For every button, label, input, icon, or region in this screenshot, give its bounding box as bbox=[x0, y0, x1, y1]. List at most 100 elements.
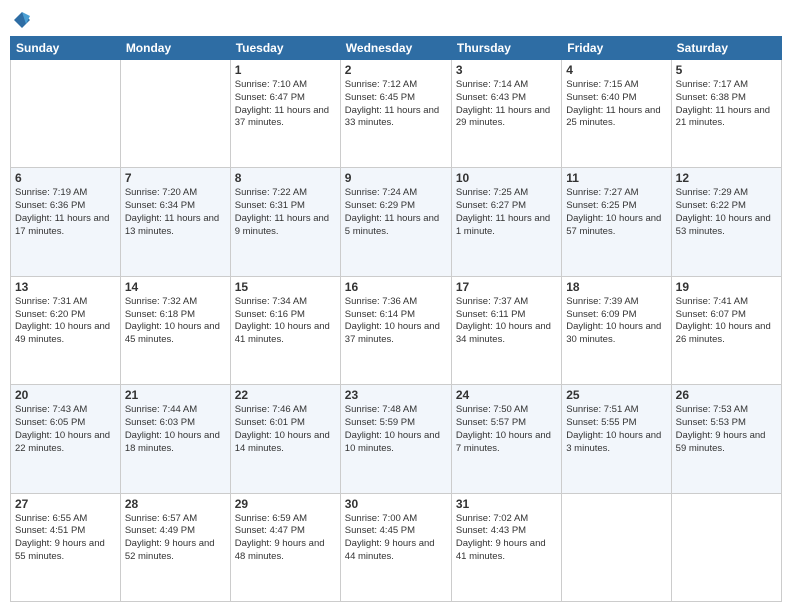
calendar-week-row: 1 Sunrise: 7:10 AMSunset: 6:47 PMDayligh… bbox=[11, 60, 782, 168]
cell-content: Sunrise: 7:00 AMSunset: 4:45 PMDaylight:… bbox=[345, 513, 447, 564]
calendar-cell: 27 Sunrise: 6:55 AMSunset: 4:51 PMDaylig… bbox=[11, 493, 121, 601]
cell-content: Sunrise: 6:57 AMSunset: 4:49 PMDaylight:… bbox=[125, 513, 226, 564]
day-header-sunday: Sunday bbox=[11, 37, 121, 60]
cell-content: Sunrise: 6:55 AMSunset: 4:51 PMDaylight:… bbox=[15, 513, 116, 564]
day-number: 27 bbox=[15, 497, 116, 511]
cell-content: Sunrise: 7:46 AMSunset: 6:01 PMDaylight:… bbox=[235, 404, 336, 455]
day-header-saturday: Saturday bbox=[671, 37, 781, 60]
day-number: 29 bbox=[235, 497, 336, 511]
calendar-cell: 20 Sunrise: 7:43 AMSunset: 6:05 PMDaylig… bbox=[11, 385, 121, 493]
day-number: 16 bbox=[345, 280, 447, 294]
calendar-cell: 16 Sunrise: 7:36 AMSunset: 6:14 PMDaylig… bbox=[340, 276, 451, 384]
cell-content: Sunrise: 7:43 AMSunset: 6:05 PMDaylight:… bbox=[15, 404, 116, 455]
cell-content: Sunrise: 7:14 AMSunset: 6:43 PMDaylight:… bbox=[456, 79, 557, 130]
day-number: 26 bbox=[676, 388, 777, 402]
day-number: 18 bbox=[566, 280, 666, 294]
calendar-cell: 7 Sunrise: 7:20 AMSunset: 6:34 PMDayligh… bbox=[120, 168, 230, 276]
cell-content: Sunrise: 7:22 AMSunset: 6:31 PMDaylight:… bbox=[235, 187, 336, 238]
calendar-cell: 3 Sunrise: 7:14 AMSunset: 6:43 PMDayligh… bbox=[451, 60, 561, 168]
cell-content: Sunrise: 7:34 AMSunset: 6:16 PMDaylight:… bbox=[235, 296, 336, 347]
day-number: 31 bbox=[456, 497, 557, 511]
day-number: 20 bbox=[15, 388, 116, 402]
cell-content: Sunrise: 7:29 AMSunset: 6:22 PMDaylight:… bbox=[676, 187, 777, 238]
day-number: 2 bbox=[345, 63, 447, 77]
day-header-wednesday: Wednesday bbox=[340, 37, 451, 60]
calendar-cell: 28 Sunrise: 6:57 AMSunset: 4:49 PMDaylig… bbox=[120, 493, 230, 601]
day-number: 30 bbox=[345, 497, 447, 511]
day-number: 10 bbox=[456, 171, 557, 185]
calendar-cell: 30 Sunrise: 7:00 AMSunset: 4:45 PMDaylig… bbox=[340, 493, 451, 601]
cell-content: Sunrise: 7:19 AMSunset: 6:36 PMDaylight:… bbox=[15, 187, 116, 238]
calendar-cell: 25 Sunrise: 7:51 AMSunset: 5:55 PMDaylig… bbox=[562, 385, 671, 493]
cell-content: Sunrise: 7:20 AMSunset: 6:34 PMDaylight:… bbox=[125, 187, 226, 238]
calendar-cell: 15 Sunrise: 7:34 AMSunset: 6:16 PMDaylig… bbox=[230, 276, 340, 384]
calendar-cell: 29 Sunrise: 6:59 AMSunset: 4:47 PMDaylig… bbox=[230, 493, 340, 601]
day-number: 1 bbox=[235, 63, 336, 77]
calendar-cell: 4 Sunrise: 7:15 AMSunset: 6:40 PMDayligh… bbox=[562, 60, 671, 168]
day-number: 9 bbox=[345, 171, 447, 185]
calendar-cell bbox=[11, 60, 121, 168]
calendar-week-row: 20 Sunrise: 7:43 AMSunset: 6:05 PMDaylig… bbox=[11, 385, 782, 493]
cell-content: Sunrise: 6:59 AMSunset: 4:47 PMDaylight:… bbox=[235, 513, 336, 564]
calendar-cell: 23 Sunrise: 7:48 AMSunset: 5:59 PMDaylig… bbox=[340, 385, 451, 493]
calendar-cell: 19 Sunrise: 7:41 AMSunset: 6:07 PMDaylig… bbox=[671, 276, 781, 384]
day-number: 12 bbox=[676, 171, 777, 185]
day-number: 21 bbox=[125, 388, 226, 402]
cell-content: Sunrise: 7:12 AMSunset: 6:45 PMDaylight:… bbox=[345, 79, 447, 130]
day-number: 4 bbox=[566, 63, 666, 77]
calendar-cell: 9 Sunrise: 7:24 AMSunset: 6:29 PMDayligh… bbox=[340, 168, 451, 276]
day-header-friday: Friday bbox=[562, 37, 671, 60]
calendar-cell: 26 Sunrise: 7:53 AMSunset: 5:53 PMDaylig… bbox=[671, 385, 781, 493]
calendar-cell bbox=[562, 493, 671, 601]
day-number: 13 bbox=[15, 280, 116, 294]
day-number: 5 bbox=[676, 63, 777, 77]
cell-content: Sunrise: 7:27 AMSunset: 6:25 PMDaylight:… bbox=[566, 187, 666, 238]
calendar-table: SundayMondayTuesdayWednesdayThursdayFrid… bbox=[10, 36, 782, 602]
day-number: 22 bbox=[235, 388, 336, 402]
cell-content: Sunrise: 7:15 AMSunset: 6:40 PMDaylight:… bbox=[566, 79, 666, 130]
calendar-cell: 12 Sunrise: 7:29 AMSunset: 6:22 PMDaylig… bbox=[671, 168, 781, 276]
day-header-monday: Monday bbox=[120, 37, 230, 60]
day-number: 15 bbox=[235, 280, 336, 294]
calendar-week-row: 27 Sunrise: 6:55 AMSunset: 4:51 PMDaylig… bbox=[11, 493, 782, 601]
cell-content: Sunrise: 7:51 AMSunset: 5:55 PMDaylight:… bbox=[566, 404, 666, 455]
cell-content: Sunrise: 7:41 AMSunset: 6:07 PMDaylight:… bbox=[676, 296, 777, 347]
cell-content: Sunrise: 7:44 AMSunset: 6:03 PMDaylight:… bbox=[125, 404, 226, 455]
day-number: 25 bbox=[566, 388, 666, 402]
day-number: 14 bbox=[125, 280, 226, 294]
calendar-cell bbox=[671, 493, 781, 601]
calendar-cell: 8 Sunrise: 7:22 AMSunset: 6:31 PMDayligh… bbox=[230, 168, 340, 276]
calendar-cell: 10 Sunrise: 7:25 AMSunset: 6:27 PMDaylig… bbox=[451, 168, 561, 276]
cell-content: Sunrise: 7:37 AMSunset: 6:11 PMDaylight:… bbox=[456, 296, 557, 347]
calendar-header-row: SundayMondayTuesdayWednesdayThursdayFrid… bbox=[11, 37, 782, 60]
day-header-thursday: Thursday bbox=[451, 37, 561, 60]
cell-content: Sunrise: 7:25 AMSunset: 6:27 PMDaylight:… bbox=[456, 187, 557, 238]
calendar-cell: 24 Sunrise: 7:50 AMSunset: 5:57 PMDaylig… bbox=[451, 385, 561, 493]
calendar-week-row: 6 Sunrise: 7:19 AMSunset: 6:36 PMDayligh… bbox=[11, 168, 782, 276]
day-number: 28 bbox=[125, 497, 226, 511]
day-number: 3 bbox=[456, 63, 557, 77]
cell-content: Sunrise: 7:32 AMSunset: 6:18 PMDaylight:… bbox=[125, 296, 226, 347]
calendar-cell: 5 Sunrise: 7:17 AMSunset: 6:38 PMDayligh… bbox=[671, 60, 781, 168]
cell-content: Sunrise: 7:39 AMSunset: 6:09 PMDaylight:… bbox=[566, 296, 666, 347]
cell-content: Sunrise: 7:02 AMSunset: 4:43 PMDaylight:… bbox=[456, 513, 557, 564]
cell-content: Sunrise: 7:17 AMSunset: 6:38 PMDaylight:… bbox=[676, 79, 777, 130]
day-number: 11 bbox=[566, 171, 666, 185]
cell-content: Sunrise: 7:24 AMSunset: 6:29 PMDaylight:… bbox=[345, 187, 447, 238]
cell-content: Sunrise: 7:48 AMSunset: 5:59 PMDaylight:… bbox=[345, 404, 447, 455]
day-number: 23 bbox=[345, 388, 447, 402]
day-number: 6 bbox=[15, 171, 116, 185]
logo bbox=[10, 10, 32, 30]
page: SundayMondayTuesdayWednesdayThursdayFrid… bbox=[0, 0, 792, 612]
day-number: 7 bbox=[125, 171, 226, 185]
header bbox=[10, 10, 782, 30]
calendar-cell: 18 Sunrise: 7:39 AMSunset: 6:09 PMDaylig… bbox=[562, 276, 671, 384]
calendar-cell: 2 Sunrise: 7:12 AMSunset: 6:45 PMDayligh… bbox=[340, 60, 451, 168]
calendar-cell: 13 Sunrise: 7:31 AMSunset: 6:20 PMDaylig… bbox=[11, 276, 121, 384]
day-header-tuesday: Tuesday bbox=[230, 37, 340, 60]
cell-content: Sunrise: 7:31 AMSunset: 6:20 PMDaylight:… bbox=[15, 296, 116, 347]
cell-content: Sunrise: 7:36 AMSunset: 6:14 PMDaylight:… bbox=[345, 296, 447, 347]
calendar-cell: 22 Sunrise: 7:46 AMSunset: 6:01 PMDaylig… bbox=[230, 385, 340, 493]
calendar-cell: 11 Sunrise: 7:27 AMSunset: 6:25 PMDaylig… bbox=[562, 168, 671, 276]
day-number: 8 bbox=[235, 171, 336, 185]
